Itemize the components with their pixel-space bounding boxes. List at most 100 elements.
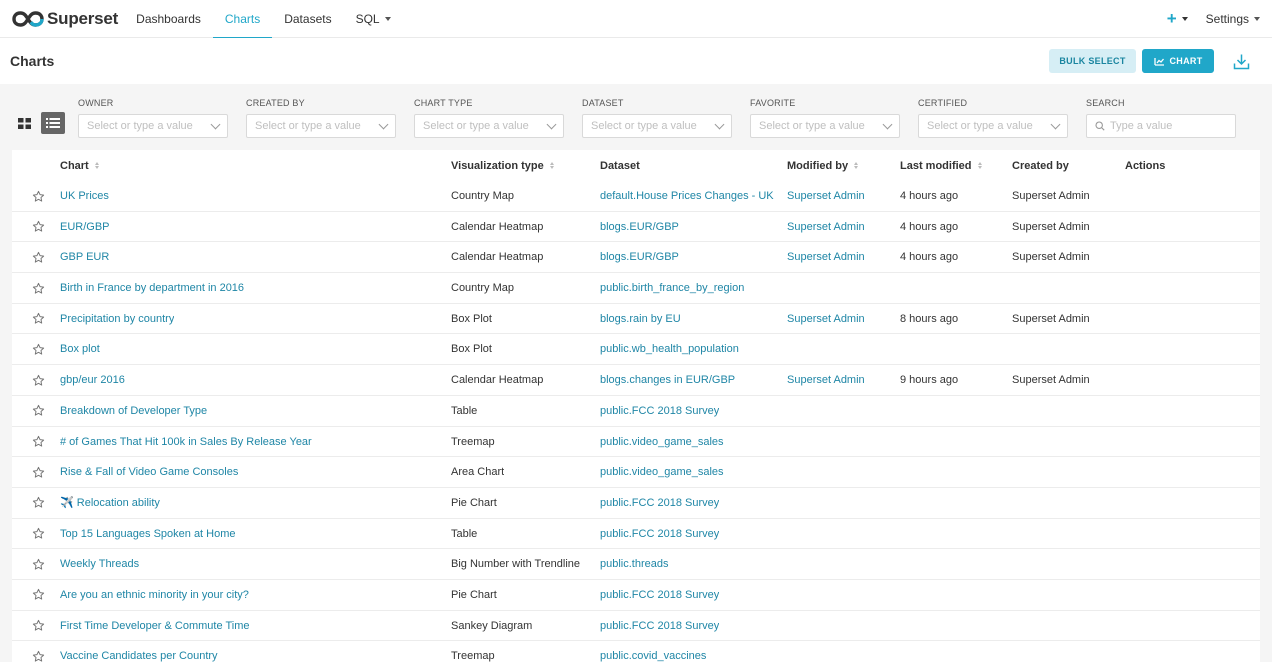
search-filter-label: SEARCH	[1086, 98, 1125, 108]
settings-menu[interactable]: Settings	[1206, 12, 1260, 26]
dataset-link[interactable]: public.FCC 2018 Survey	[600, 611, 719, 641]
chart-name-link[interactable]: ✈️ Relocation ability	[60, 488, 160, 518]
modified-by-link[interactable]: Superset Admin	[787, 212, 865, 242]
chart-name-link[interactable]: # of Games That Hit 100k in Sales By Rel…	[60, 427, 312, 457]
sort-icon	[549, 162, 554, 169]
dataset-link[interactable]: public.FCC 2018 Survey	[600, 396, 719, 426]
chart-name-link[interactable]: Box plot	[60, 334, 100, 364]
certified-select[interactable]: Select or type a value	[918, 114, 1068, 138]
viz-type-cell: Pie Chart	[451, 496, 497, 509]
modified-by-link[interactable]: Superset Admin	[787, 304, 865, 334]
star-icon[interactable]	[32, 549, 46, 579]
dataset-link[interactable]: public.video_game_sales	[600, 427, 724, 457]
dataset-link[interactable]: public.threads	[600, 549, 669, 579]
table-row: UK Prices Country Map default.House Prices…	[12, 181, 1260, 212]
modified-by-link[interactable]: Superset Admin	[787, 365, 865, 395]
brand[interactable]: Superset	[12, 9, 118, 29]
nav-sql[interactable]: SQL	[344, 0, 403, 38]
modified-by-link[interactable]: Superset Admin	[787, 181, 865, 211]
chart-name-link[interactable]: EUR/GBP	[60, 212, 110, 242]
column-header-modified-by[interactable]: Modified by	[787, 150, 859, 181]
dataset-link[interactable]: default.House Prices Changes - UK	[600, 181, 774, 211]
column-header-modified-by-label: Modified by	[787, 159, 849, 172]
dataset-link[interactable]: public.FCC 2018 Survey	[600, 519, 719, 549]
chart-name-link[interactable]: Breakdown of Developer Type	[60, 396, 207, 426]
dataset-link[interactable]: blogs.EUR/GBP	[600, 242, 679, 272]
column-header-viz-type[interactable]: Visualization type	[451, 150, 554, 181]
star-icon[interactable]	[32, 641, 46, 662]
owner-select[interactable]: Select or type a value	[78, 114, 228, 138]
chart-name-link[interactable]: Precipitation by country	[60, 304, 174, 334]
import-icon[interactable]	[1232, 52, 1250, 70]
star-icon[interactable]	[32, 334, 46, 364]
star-icon[interactable]	[32, 488, 46, 518]
table-row: Top 15 Languages Spoken at Home Table publ…	[12, 519, 1260, 550]
last-modified-cell: 4 hours ago	[900, 190, 959, 202]
star-icon[interactable]	[32, 396, 46, 426]
star-icon[interactable]	[32, 212, 46, 242]
star-icon[interactable]	[32, 273, 46, 303]
dataset-link[interactable]: public.FCC 2018 Survey	[600, 580, 719, 610]
favorite-select[interactable]: Select or type a value	[750, 114, 900, 138]
dataset-select-placeholder: Select or type a value	[591, 120, 697, 132]
star-icon[interactable]	[32, 519, 46, 549]
top-navbar: Superset Dashboards Charts Datasets SQL …	[0, 0, 1272, 39]
created-by-select[interactable]: Select or type a value	[246, 114, 396, 138]
new-item-menu[interactable]: +	[1167, 9, 1188, 29]
chart-name-link[interactable]: Weekly Threads	[60, 549, 139, 579]
list-view-icon[interactable]	[41, 112, 65, 134]
star-icon[interactable]	[32, 611, 46, 641]
bulk-select-button[interactable]: BULK SELECT	[1049, 49, 1136, 73]
dataset-link[interactable]: blogs.rain by EU	[600, 304, 681, 334]
dataset-link[interactable]: blogs.changes in EUR/GBP	[600, 365, 735, 395]
chart-name-link[interactable]: Vaccine Candidates per Country	[60, 641, 218, 662]
nav-datasets[interactable]: Datasets	[272, 0, 343, 38]
star-icon[interactable]	[32, 580, 46, 610]
chart-type-select[interactable]: Select or type a value	[414, 114, 564, 138]
star-icon[interactable]	[32, 457, 46, 487]
created-by-cell: Superset Admin	[1012, 251, 1090, 264]
dataset-select[interactable]: Select or type a value	[582, 114, 732, 138]
star-icon[interactable]	[32, 427, 46, 457]
chart-name-link[interactable]: GBP EUR	[60, 242, 109, 272]
grid-view-icon[interactable]	[12, 112, 36, 134]
chart-name-link[interactable]: First Time Developer & Commute Time	[60, 611, 250, 641]
chevron-down-icon	[1181, 17, 1188, 21]
nav-dashboards[interactable]: Dashboards	[124, 0, 213, 38]
star-icon[interactable]	[32, 304, 46, 334]
column-header-created-by-label: Created by	[1012, 159, 1069, 172]
column-header-created-by: Created by	[1012, 150, 1069, 181]
column-header-last-modified[interactable]: Last modified	[900, 150, 982, 181]
chevron-down-icon	[546, 119, 557, 129]
search-input[interactable]: Type a value	[1086, 114, 1236, 138]
dataset-link[interactable]: blogs.EUR/GBP	[600, 212, 679, 242]
certified-filter-label: CERTIFIED	[918, 98, 968, 108]
star-icon[interactable]	[32, 365, 46, 395]
add-chart-button[interactable]: CHART	[1142, 49, 1214, 73]
chart-type-select-placeholder: Select or type a value	[423, 120, 529, 132]
dataset-link[interactable]: public.covid_vaccines	[600, 641, 706, 662]
nav-charts[interactable]: Charts	[212, 0, 273, 39]
column-header-chart-label: Chart	[60, 159, 89, 172]
dataset-link[interactable]: public.video_game_sales	[600, 457, 724, 487]
viz-type-cell: Big Number with Trendline	[451, 558, 581, 571]
certified-filter: CERTIFIED Select or type a value	[918, 98, 1068, 138]
table-row: Precipitation by country Box Plot blogs.ra…	[12, 304, 1260, 335]
dataset-link[interactable]: public.birth_france_by_region	[600, 273, 744, 303]
column-header-dataset: Dataset	[600, 150, 640, 181]
chart-name-link[interactable]: Birth in France by department in 2016	[60, 273, 244, 303]
column-header-chart[interactable]: Chart	[60, 150, 99, 181]
chart-name-link[interactable]: UK Prices	[60, 181, 109, 211]
star-icon[interactable]	[32, 242, 46, 272]
chart-name-link[interactable]: Top 15 Languages Spoken at Home	[60, 519, 236, 549]
star-icon[interactable]	[32, 181, 46, 211]
dataset-link[interactable]: public.wb_health_population	[600, 334, 739, 364]
last-modified-cell: 4 hours ago	[900, 220, 959, 233]
chart-name-link[interactable]: Rise & Fall of Video Game Consoles	[60, 457, 238, 487]
modified-by-link[interactable]: Superset Admin	[787, 242, 865, 272]
chart-name-link[interactable]: gbp/eur 2016	[60, 365, 125, 395]
sort-icon	[977, 162, 982, 169]
dataset-link[interactable]: public.FCC 2018 Survey	[600, 488, 719, 518]
chart-name-link[interactable]: Are you an ethnic minority in your city?	[60, 580, 249, 610]
filter-bar: OWNER Select or type a value CREATED BY …	[0, 84, 1272, 148]
